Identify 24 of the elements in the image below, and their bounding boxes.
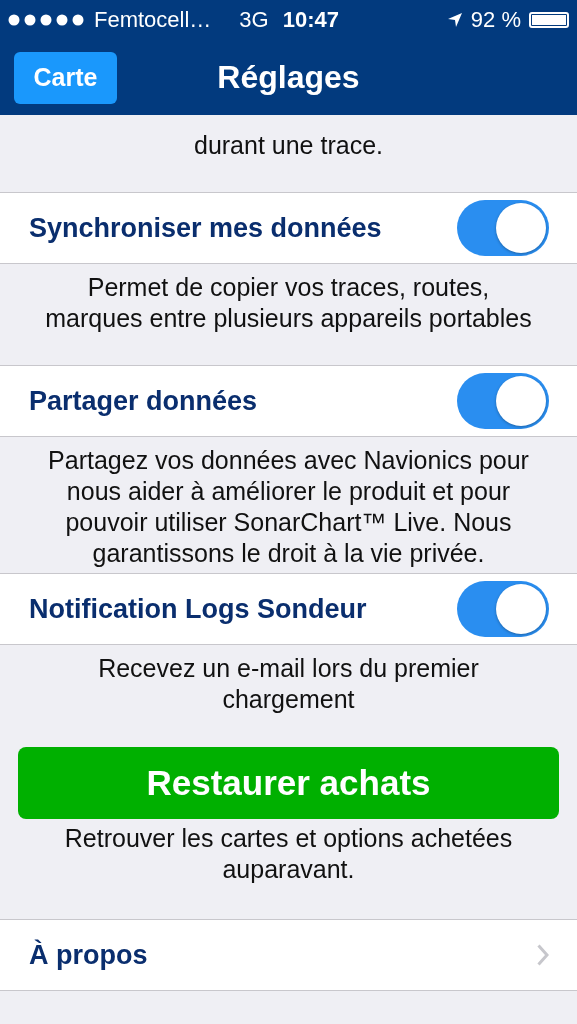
location-arrow-icon <box>446 12 463 28</box>
back-button[interactable]: Carte <box>14 51 117 104</box>
about-row[interactable]: À propos <box>0 919 577 991</box>
setting-description: Permet de copier vos traces, routes, marques entre plusieurs appareils portables <box>45 272 532 334</box>
setting-label: Notification Logs Sondeur <box>29 593 368 625</box>
carrier-name: Femtocell… <box>94 7 212 33</box>
setting-description: Partagez vos données avec Navionics pour nous aider à améliorer le produit et pour pouvoir utiliser SonarChart™ Live. Nous garantissons le droit à la vie privée. <box>48 445 529 569</box>
setting-label: À propos <box>29 939 149 971</box>
toggle-switch[interactable] <box>457 373 549 429</box>
setting-label: Synchroniser mes données <box>29 212 383 244</box>
toggle-switch[interactable] <box>457 200 549 256</box>
chevron-icon <box>537 944 549 966</box>
signal-icon <box>8 14 86 26</box>
setting-label: Partager données <box>29 385 259 417</box>
setting-description: Retrouver les cartes et options achetées auparavant. <box>64 823 513 885</box>
setting-description: Recevez un e-mail lors du premier chargement <box>98 653 479 715</box>
screen-title: Réglages <box>217 59 360 95</box>
toggle-switch[interactable] <box>457 581 549 637</box>
network-type: 3G <box>239 7 269 33</box>
restore-button[interactable]: Restaurer achats <box>18 747 559 819</box>
status-time: 10:47 <box>282 7 339 33</box>
setting-description: durant une trace. <box>194 130 383 161</box>
battery-icon <box>529 12 569 28</box>
battery-percent: 92 % <box>470 7 521 33</box>
